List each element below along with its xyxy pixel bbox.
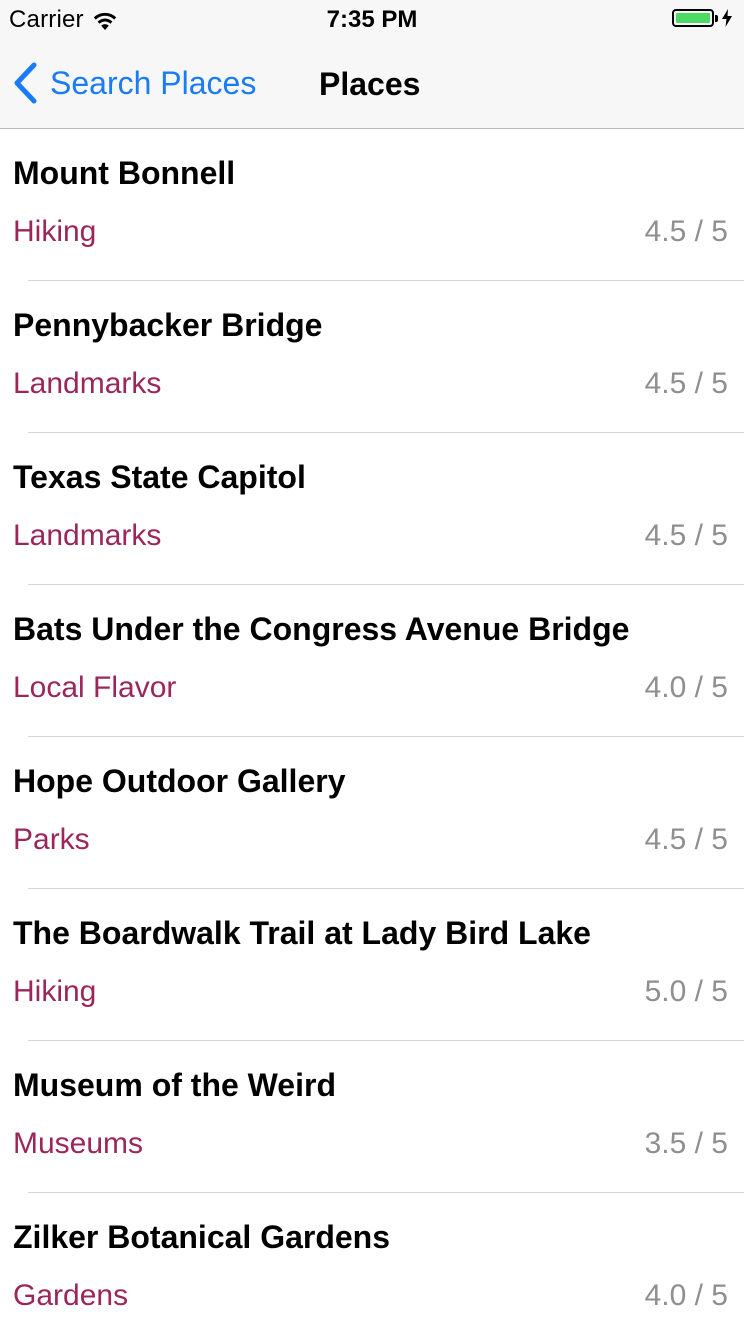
list-item[interactable]: Museum of the Weird Museums 3.5 / 5 (0, 1041, 744, 1193)
battery-fill (676, 13, 710, 23)
screen: Carrier 7:35 PM Search Places Places Mou… (0, 0, 744, 1330)
list-item[interactable]: The Boardwalk Trail at Lady Bird Lake Hik… (0, 889, 744, 1041)
status-bar: Carrier 7:35 PM (0, 0, 744, 40)
battery-tip (715, 14, 718, 22)
place-rating: 4.0 / 5 (644, 671, 728, 704)
place-category: Parks (13, 823, 90, 856)
place-category: Hiking (13, 975, 97, 1008)
list-item[interactable]: Zilker Botanical Gardens Gardens 4.0 / 5 (0, 1193, 744, 1330)
place-rating: 4.0 / 5 (644, 1279, 728, 1312)
place-name: Mount Bonnell (13, 155, 236, 191)
place-name: Hope Outdoor Gallery (13, 763, 346, 799)
chevron-left-icon (12, 62, 38, 104)
battery-indicator (672, 9, 732, 27)
navigation-bar: Search Places Places (0, 40, 744, 128)
place-name: Bats Under the Congress Avenue Bridge (13, 611, 630, 647)
back-button-label: Search Places (50, 64, 257, 101)
status-time: 7:35 PM (326, 6, 418, 33)
list-item[interactable]: Bats Under the Congress Avenue Bridge Loc… (0, 585, 744, 737)
list-item[interactable]: Mount Bonnell Hiking 4.5 / 5 (0, 129, 744, 281)
place-rating: 5.0 / 5 (644, 975, 728, 1008)
place-rating: 4.5 / 5 (644, 823, 728, 856)
list-item[interactable]: Pennybacker Bridge Landmarks 4.5 / 5 (0, 281, 744, 433)
list-item[interactable]: Texas State Capitol Landmarks 4.5 / 5 (0, 433, 744, 585)
place-category: Hiking (13, 215, 97, 248)
place-category: Landmarks (13, 519, 162, 552)
top-bar: Carrier 7:35 PM Search Places Places (0, 0, 744, 129)
place-name: Texas State Capitol (13, 459, 306, 495)
place-name: Museum of the Weird (13, 1067, 336, 1103)
battery-icon (672, 9, 714, 27)
place-name: Zilker Botanical Gardens (13, 1219, 391, 1255)
places-list: Mount Bonnell Hiking 4.5 / 5 Pennybacker Br… (0, 129, 744, 1330)
place-rating: 4.5 / 5 (644, 215, 728, 248)
place-rating: 3.5 / 5 (644, 1127, 728, 1160)
charging-bolt-icon (722, 9, 732, 27)
page-title: Places (319, 66, 421, 102)
place-name: The Boardwalk Trail at Lady Bird Lake (13, 915, 591, 951)
place-category: Landmarks (13, 367, 162, 400)
back-button[interactable]: Search Places (12, 62, 256, 104)
place-category: Gardens (13, 1279, 129, 1312)
place-category: Museums (13, 1127, 144, 1160)
place-name: Pennybacker Bridge (13, 307, 323, 343)
list-item[interactable]: Hope Outdoor Gallery Parks 4.5 / 5 (0, 737, 744, 889)
place-rating: 4.5 / 5 (644, 367, 728, 400)
place-rating: 4.5 / 5 (644, 519, 728, 552)
place-category: Local Flavor (13, 671, 177, 704)
